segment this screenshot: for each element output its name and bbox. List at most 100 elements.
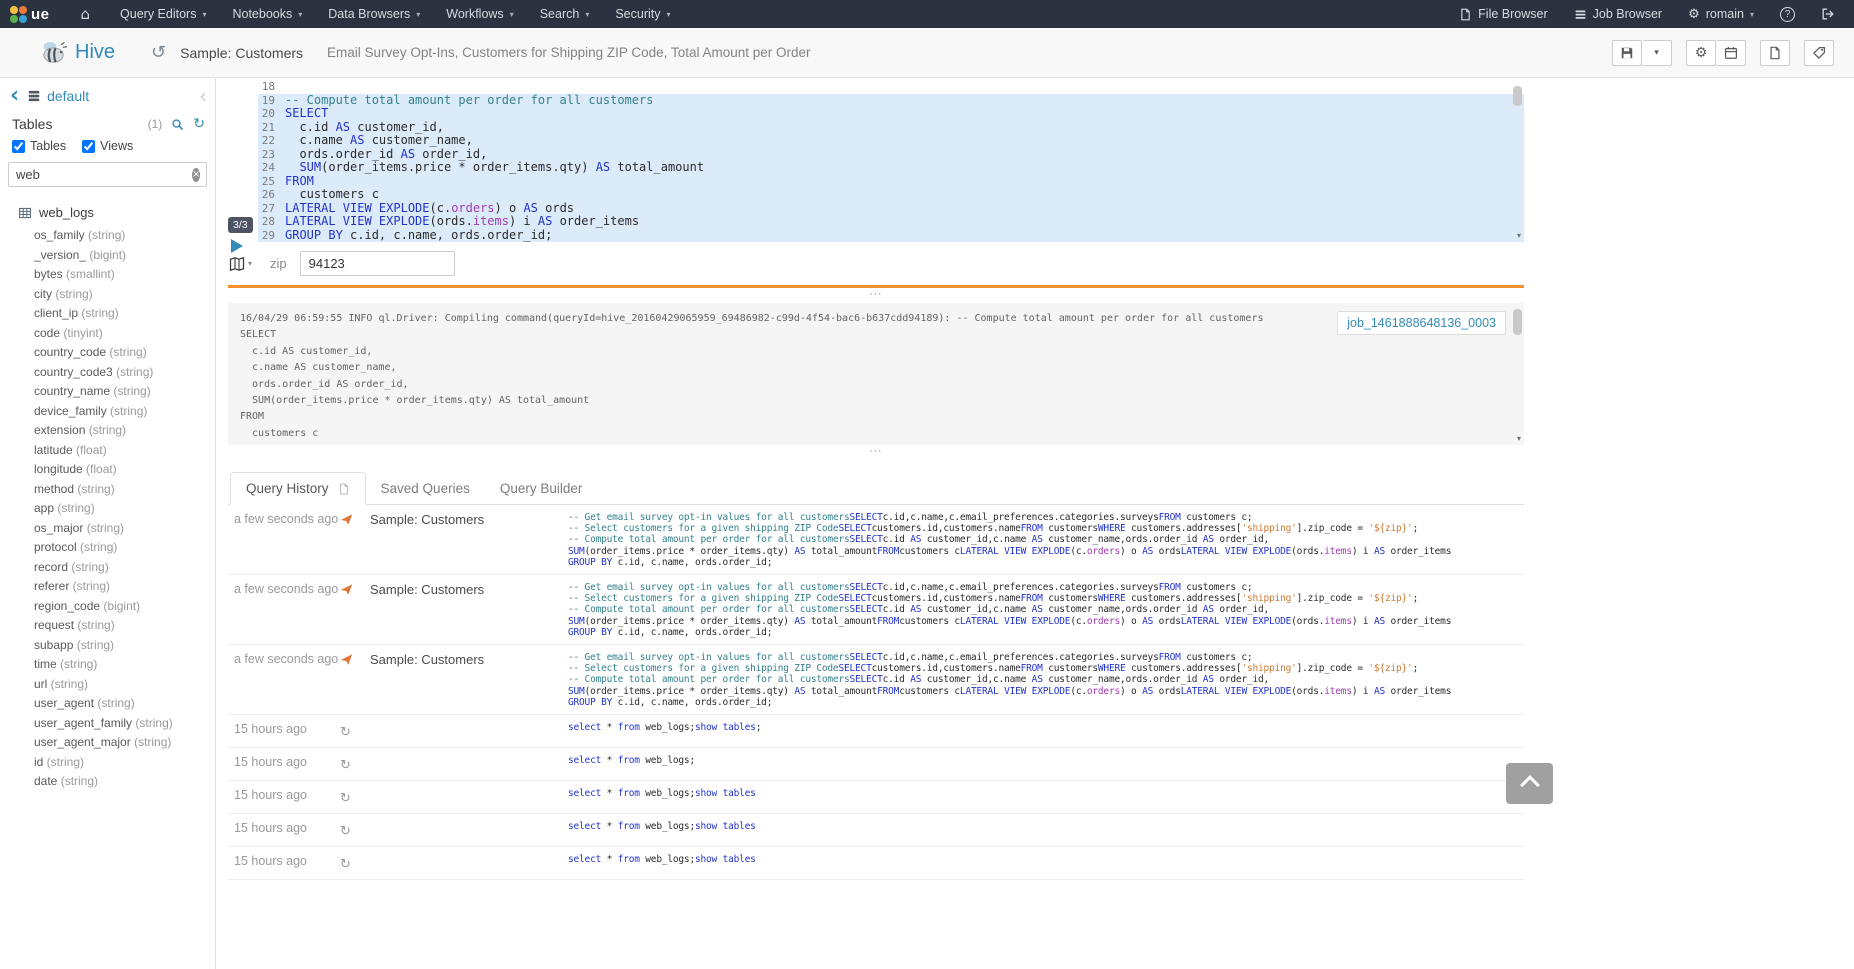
database-link[interactable]: default: [47, 88, 89, 104]
checkbox-views[interactable]: [82, 140, 95, 153]
history-row[interactable]: 15 hours ago↻select * from web_logs;: [228, 748, 1524, 781]
tab-saved-queries[interactable]: Saved Queries: [366, 472, 485, 505]
log-scrollbar[interactable]: ▾: [1510, 303, 1524, 445]
column-url[interactable]: url (string): [0, 675, 215, 695]
refresh-icon[interactable]: ↻: [193, 118, 205, 130]
columns-list: os_family (string)_version_ (bigint)byte…: [0, 226, 215, 792]
column-user_agent[interactable]: user_agent (string): [0, 694, 215, 714]
menu-security[interactable]: Security▾: [602, 0, 683, 28]
job-link[interactable]: job_1461888648136_0003: [1337, 311, 1506, 335]
chevron-down-icon: ▾: [202, 10, 206, 19]
column-bytes[interactable]: bytes (smallint): [0, 265, 215, 285]
scroll-to-top-button[interactable]: [1506, 763, 1553, 804]
history-row[interactable]: a few seconds agoSample: Customers-- Get…: [228, 575, 1524, 645]
menu-notebooks[interactable]: Notebooks▾: [219, 0, 315, 28]
hive-bee-icon: [40, 39, 67, 66]
history-row[interactable]: a few seconds agoSample: Customers-- Get…: [228, 645, 1524, 715]
editor-scrollbar[interactable]: ▾: [1510, 80, 1524, 242]
search-icon[interactable]: [171, 118, 184, 131]
column-app[interactable]: app (string): [0, 499, 215, 519]
table-search-input[interactable]: [16, 167, 192, 182]
column-time[interactable]: time (string): [0, 655, 215, 675]
column-longitude[interactable]: longitude (float): [0, 460, 215, 480]
scroll-down-icon[interactable]: ▾: [1517, 232, 1521, 240]
column-device_family[interactable]: device_family (string): [0, 402, 215, 422]
resize-grip[interactable]: ⋯: [228, 290, 1524, 300]
column-country_code3[interactable]: country_code3 (string): [0, 363, 215, 383]
column-region_code[interactable]: region_code (bigint): [0, 597, 215, 617]
home-button[interactable]: ⌂: [64, 0, 108, 28]
back-icon[interactable]: ‹: [10, 89, 19, 103]
resize-grip[interactable]: ⋯: [228, 447, 1524, 457]
sql-editor[interactable]: 3/3 1819-- Compute total amount per orde…: [228, 80, 1524, 242]
editor-line: 24 SUM(order_items.price * order_items.q…: [258, 161, 1524, 175]
settings-button[interactable]: ⚙: [1686, 40, 1716, 66]
navigator-toggle[interactable]: ▾: [228, 256, 262, 272]
history-sql: select * from web_logs;show tables;: [568, 722, 1524, 741]
column-extension[interactable]: extension (string): [0, 421, 215, 441]
menu-workflows[interactable]: Workflows▾: [433, 0, 526, 28]
file-browser-link[interactable]: File Browser: [1446, 0, 1560, 28]
save-button[interactable]: [1612, 40, 1642, 66]
history-row[interactable]: 15 hours ago↻select * from web_logs;show…: [228, 781, 1524, 814]
column-request[interactable]: request (string): [0, 616, 215, 636]
table-search-box[interactable]: ×: [8, 162, 207, 187]
menu-search[interactable]: Search▾: [527, 0, 603, 28]
column-user_agent_major[interactable]: user_agent_major (string): [0, 733, 215, 753]
clear-search-icon[interactable]: ×: [192, 168, 200, 182]
execute-button[interactable]: [231, 239, 243, 253]
column-record[interactable]: record (string): [0, 558, 215, 578]
column-user_agent_family[interactable]: user_agent_family (string): [0, 714, 215, 734]
history-time: 15 hours ago: [228, 755, 340, 774]
scroll-down-icon[interactable]: ▾: [1517, 435, 1521, 443]
sign-out-button[interactable]: [1808, 0, 1848, 28]
column-os_family[interactable]: os_family (string): [0, 226, 215, 246]
column-city[interactable]: city (string): [0, 285, 215, 305]
job-browser-link[interactable]: Job Browser: [1561, 0, 1675, 28]
collapse-sidebar-icon[interactable]: ‹: [199, 89, 207, 103]
new-document-button[interactable]: [1760, 40, 1790, 66]
column-latitude[interactable]: latitude (float): [0, 441, 215, 461]
tab-query-history[interactable]: Query History: [230, 472, 366, 505]
scrollbar-thumb[interactable]: [1513, 86, 1522, 106]
column-client_ip[interactable]: client_ip (string): [0, 304, 215, 324]
column-os_major[interactable]: os_major (string): [0, 519, 215, 539]
editor-line: 21 c.id AS customer_id,: [258, 121, 1524, 135]
variable-zip-input[interactable]: [300, 251, 455, 276]
schedule-button[interactable]: [1716, 40, 1746, 66]
statement-counter-badge[interactable]: 3/3: [228, 217, 253, 233]
column-_version_[interactable]: _version_ (bigint): [0, 246, 215, 266]
save-dropdown-button[interactable]: ▾: [1642, 40, 1672, 66]
hive-app-link[interactable]: Hive: [40, 39, 115, 66]
history-row[interactable]: 15 hours ago↻select * from web_logs;show…: [228, 715, 1524, 748]
table-item-web-logs[interactable]: web_logs: [0, 197, 215, 226]
username: romain: [1706, 7, 1744, 21]
history-time: a few seconds ago: [228, 512, 340, 568]
user-menu[interactable]: ⚙ romain ▾: [1675, 0, 1767, 28]
column-code[interactable]: code (tinyint): [0, 324, 215, 344]
scrollbar-thumb[interactable]: [1513, 309, 1522, 335]
tags-button[interactable]: [1804, 40, 1834, 66]
history-row[interactable]: 15 hours ago↻select * from web_logs;show…: [228, 847, 1524, 880]
column-country_name[interactable]: country_name (string): [0, 382, 215, 402]
column-subapp[interactable]: subapp (string): [0, 636, 215, 656]
column-id[interactable]: id (string): [0, 753, 215, 773]
tab-query-builder[interactable]: Query Builder: [485, 472, 598, 505]
menu-query-editors[interactable]: Query Editors▾: [107, 0, 219, 28]
checkbox-tables[interactable]: [12, 140, 25, 153]
column-protocol[interactable]: protocol (string): [0, 538, 215, 558]
filter-views[interactable]: Views: [82, 139, 133, 153]
column-method[interactable]: method (string): [0, 480, 215, 500]
column-date[interactable]: date (string): [0, 772, 215, 792]
filter-tables[interactable]: Tables: [12, 139, 66, 153]
query-history-icon[interactable]: ↺: [151, 42, 166, 63]
column-referer[interactable]: referer (string): [0, 577, 215, 597]
database-icon: [27, 89, 41, 103]
history-row[interactable]: 15 hours ago↻select * from web_logs;show…: [228, 814, 1524, 847]
history-sql: -- Get email survey opt-in values for al…: [568, 512, 1524, 568]
history-row[interactable]: a few seconds agoSample: Customers-- Get…: [228, 505, 1524, 575]
help-button[interactable]: ?: [1767, 0, 1808, 28]
hue-logo[interactable]: ue: [10, 6, 50, 23]
menu-data-browsers[interactable]: Data Browsers▾: [315, 0, 433, 28]
column-country_code[interactable]: country_code (string): [0, 343, 215, 363]
